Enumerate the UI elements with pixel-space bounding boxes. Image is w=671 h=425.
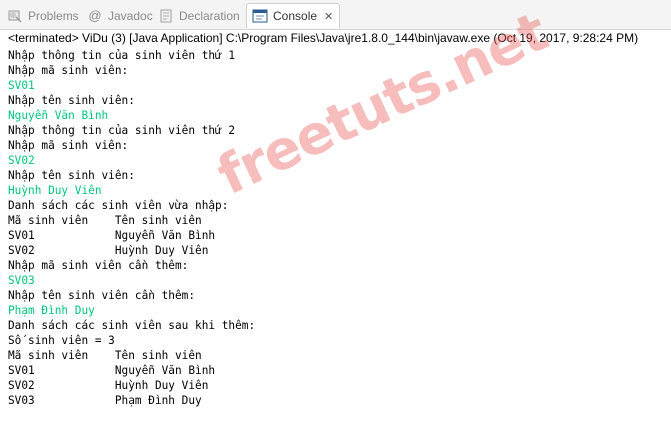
- tab-console[interactable]: Console ✕: [246, 3, 341, 28]
- problems-icon: [7, 8, 23, 24]
- tab-javadoc[interactable]: @ Javadoc: [87, 5, 153, 27]
- tab-label: Declaration: [179, 9, 240, 23]
- console-input-line: Phạm Đình Duy: [8, 304, 95, 317]
- console-input-line: Nguyễn Văn Bình: [8, 109, 109, 122]
- console-line: SV01 Nguyễn Văn Bình: [8, 364, 216, 377]
- console-input-line: SV03: [8, 274, 35, 287]
- console-line: SV02 Huỳnh Duy Viên: [8, 244, 209, 257]
- declaration-icon: [158, 8, 174, 24]
- console-line: Nhập tên sinh viên:: [8, 94, 135, 107]
- console-line: Danh sách các sinh viên vừa nhập:: [8, 199, 229, 212]
- console-line: Nhập mã sinh viên cần thêm:: [8, 259, 189, 272]
- console-status-line: <terminated> ViDu (3) [Java Application]…: [8, 31, 639, 45]
- console-line: Nhập thông tin của sinh viên thứ 1: [8, 49, 236, 62]
- tab-problems[interactable]: Problems: [7, 5, 79, 27]
- view-tab-bar: Problems @ Javadoc Declaration Console ✕: [0, 0, 671, 30]
- console-line: Nhập tên sinh viên:: [8, 169, 135, 182]
- console-line: Nhập thông tin của sinh viên thứ 2: [8, 124, 236, 137]
- console-line: Danh sách các sinh viên sau khi thêm:: [8, 319, 256, 332]
- console-output[interactable]: Nhập thông tin của sinh viên thứ 1 Nhập m…: [8, 48, 255, 408]
- console-line: SV01 Nguyễn Văn Bình: [8, 229, 216, 242]
- console-icon: [252, 8, 268, 24]
- console-line: Mã sinh viên Tên sinh viên: [8, 214, 202, 227]
- tab-label: Problems: [28, 9, 79, 23]
- console-line: Mã sinh viên Tên sinh viên: [8, 349, 202, 362]
- console-input-line: SV02: [8, 154, 35, 167]
- console-line: Số sinh viên = 3: [8, 334, 115, 347]
- close-icon[interactable]: ✕: [324, 10, 333, 23]
- console-line: Nhập mã sinh viên:: [8, 139, 129, 152]
- console-line: Nhập tên sinh viên cần thêm:: [8, 289, 196, 302]
- console-line: SV03 Phạm Đình Duy: [8, 394, 202, 407]
- console-line: Nhập mã sinh viên:: [8, 64, 129, 77]
- at-sign-icon: @: [88, 8, 102, 23]
- console-input-line: SV01: [8, 79, 35, 92]
- tab-label: Console: [273, 9, 318, 23]
- tab-label: Javadoc: [108, 9, 153, 23]
- console-line: SV02 Huỳnh Duy Viên: [8, 379, 209, 392]
- console-input-line: Huỳnh Duy Viên: [8, 184, 102, 197]
- tab-declaration[interactable]: Declaration: [158, 5, 240, 27]
